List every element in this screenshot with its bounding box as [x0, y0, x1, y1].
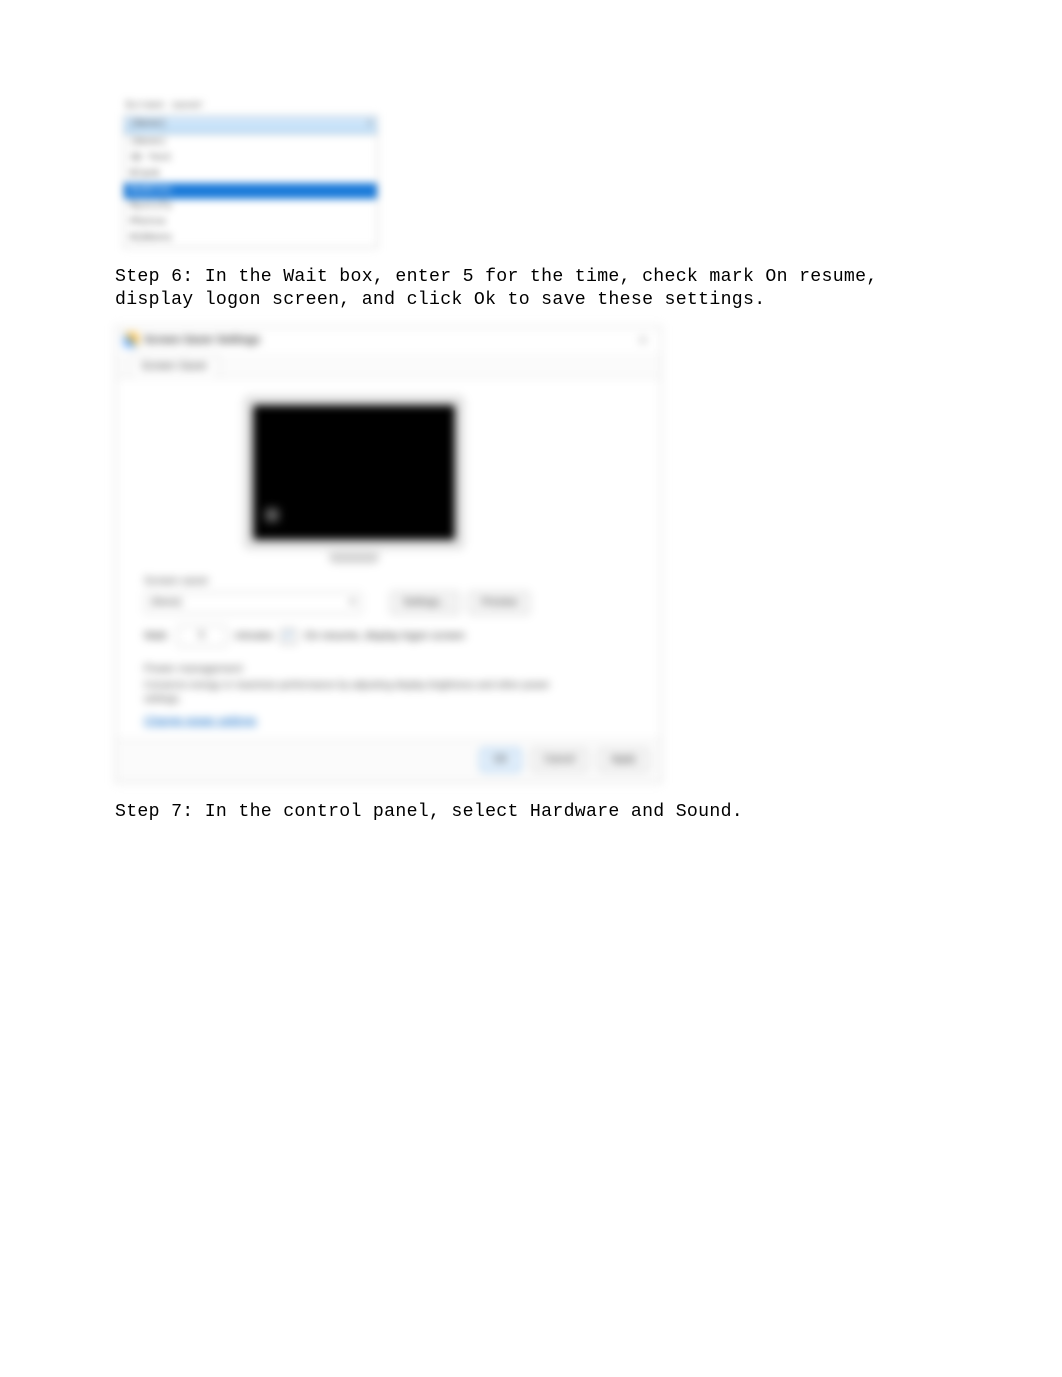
- screensaver-preview: [244, 396, 464, 563]
- dropdown-item[interactable]: 3D Text: [124, 151, 377, 167]
- dropdown-item[interactable]: Bubbles: [124, 183, 377, 199]
- dropdown-item[interactable]: Photos: [124, 215, 377, 231]
- dropdown-item[interactable]: Blank: [124, 167, 377, 183]
- wait-minutes-input[interactable]: 5: [177, 625, 227, 647]
- dropdown-item[interactable]: Ribbons: [124, 231, 377, 247]
- dropdown-list: (None) 3D Text Blank Bubbles Mystify Pho…: [123, 135, 378, 248]
- on-resume-checkbox[interactable]: [281, 629, 296, 644]
- wait-minutes-label: minutes: [235, 630, 274, 642]
- power-management-text: Conserve energy or maximize performance …: [144, 679, 574, 707]
- section-title-screen-saver: Screen saver: [144, 575, 641, 587]
- close-icon[interactable]: ×: [633, 333, 653, 347]
- settings-button[interactable]: Settings...: [390, 591, 460, 615]
- checkbox-label: On resume, display logon screen: [304, 630, 465, 642]
- cancel-button[interactable]: Cancel: [531, 748, 588, 772]
- apply-button[interactable]: Apply: [598, 748, 649, 772]
- step-6-text: Step 6: In the Wait box, enter 5 for the…: [115, 266, 947, 312]
- change-power-settings-link[interactable]: Change power settings: [144, 715, 257, 727]
- screensaver-select[interactable]: (None): [144, 592, 362, 614]
- screensaver-dropdown-figure: Screen saver (None) (None) 3D Text Blank…: [123, 100, 378, 248]
- screensaver-settings-dialog: Screen Saver Settings × Screen Saver Scr…: [115, 326, 662, 783]
- step-7-text: Step 7: In the control panel, select Har…: [115, 801, 947, 824]
- dialog-title: Screen Saver Settings: [144, 334, 260, 346]
- wait-label: Wait:: [144, 630, 169, 642]
- tab-screen-saver[interactable]: Screen Saver: [130, 354, 219, 377]
- dropdown-label: Screen saver: [125, 100, 378, 112]
- shield-icon: [124, 333, 138, 347]
- dropdown-item[interactable]: (None): [124, 135, 377, 151]
- section-title-power-management: Power management: [144, 663, 641, 675]
- ok-button[interactable]: OK: [480, 748, 520, 772]
- preview-button[interactable]: Preview: [468, 591, 530, 615]
- dropdown-selected[interactable]: (None): [124, 116, 377, 134]
- dropdown-item[interactable]: Mystify: [124, 199, 377, 215]
